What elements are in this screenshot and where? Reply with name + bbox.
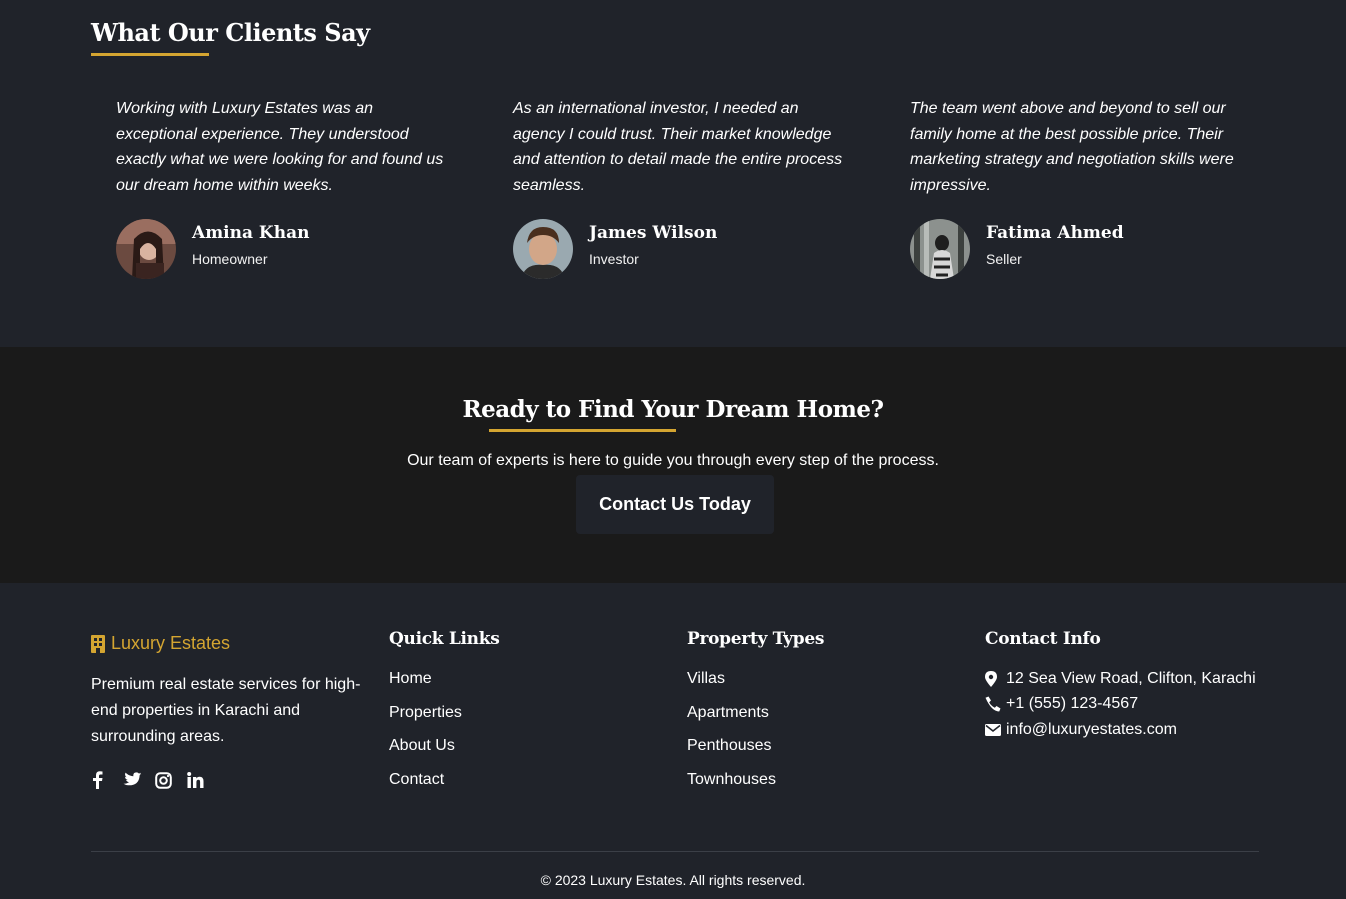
cta-text: Our team of experts is here to guide you… — [407, 452, 939, 469]
testimonial-quote: Working with Luxury Estates was an excep… — [116, 100, 444, 195]
testimonials-title: What Our Clients Say — [91, 18, 370, 47]
footer-link-contact[interactable]: Contact — [389, 771, 444, 788]
footer-link-townhouses[interactable]: Townhouses — [687, 771, 776, 788]
envelope-icon — [985, 723, 1002, 736]
copyright-text: © 2023 Luxury Estates. All rights reserv… — [540, 872, 806, 888]
map-marker-icon — [985, 670, 1002, 687]
quick-links-list: Home Properties About Us Contact — [389, 670, 500, 805]
avatar — [116, 218, 176, 279]
property-types-column: Property Types Villas Apartments Penthou… — [687, 629, 824, 805]
footer-link-penthouses[interactable]: Penthouses — [687, 737, 772, 754]
property-types-list: Villas Apartments Penthouses Townhouses — [687, 670, 824, 805]
footer-link-about-us[interactable]: About Us — [389, 737, 455, 754]
footer-about-text: Premium real estate services for high-en… — [91, 676, 361, 745]
contact-address: 12 Sea View Road, Clifton, Karachi — [985, 666, 1256, 692]
testimonial-card: Working with Luxury Estates was an excep… — [116, 96, 446, 279]
cta-title: Ready to Find Your Dream Home? — [462, 396, 884, 423]
contact-email: info@luxuryestates.com — [985, 717, 1256, 743]
title-underline — [489, 429, 676, 432]
social-links — [91, 770, 366, 790]
avatar — [513, 218, 573, 279]
footer-link-properties[interactable]: Properties — [389, 704, 462, 721]
footer-link-villas[interactable]: Villas — [687, 670, 725, 687]
cta-section: Ready to Find Your Dream Home? Our team … — [0, 347, 1346, 583]
address-text: 12 Sea View Road, Clifton, Karachi — [1006, 669, 1256, 687]
title-underline — [91, 53, 209, 56]
footer: Luxury Estates Premium real estate servi… — [0, 583, 1346, 899]
quick-links-heading: Quick Links — [389, 629, 500, 649]
testimonial-author: Fatima Ahmed Seller — [910, 218, 1240, 279]
footer-link-apartments[interactable]: Apartments — [687, 704, 769, 721]
contact-info-heading: Contact Info — [985, 629, 1101, 649]
testimonial-card: The team went above and beyond to sell o… — [910, 96, 1240, 279]
email-text[interactable]: info@luxuryestates.com — [1006, 721, 1177, 739]
author-name: James Wilson — [589, 222, 718, 243]
testimonial-author: Amina Khan Homeowner — [116, 218, 446, 279]
footer-brand[interactable]: Luxury Estates — [91, 633, 366, 654]
contact-us-button[interactable]: Contact Us Today — [576, 475, 774, 534]
avatar — [910, 218, 970, 279]
contact-info-column: Contact Info 12 Sea View Road, Clifton, … — [985, 629, 1256, 743]
testimonial-quote: The team went above and beyond to sell o… — [910, 100, 1234, 195]
author-name: Fatima Ahmed — [986, 222, 1124, 243]
property-types-heading: Property Types — [687, 629, 825, 649]
testimonial-quote: As an international investor, I needed a… — [513, 100, 843, 195]
building-icon — [91, 634, 105, 653]
testimonial-author: James Wilson Investor — [513, 218, 843, 279]
footer-link-home[interactable]: Home — [389, 670, 432, 687]
testimonials-section: What Our Clients Say Working with Luxury… — [0, 0, 1346, 347]
footer-about-column: Luxury Estates Premium real estate servi… — [91, 629, 366, 790]
linkedin-icon[interactable] — [187, 770, 219, 790]
quick-links-column: Quick Links Home Properties About Us Con… — [389, 629, 500, 805]
contact-phone: +1 (555) 123-4567 — [985, 692, 1256, 718]
author-name: Amina Khan — [192, 222, 310, 243]
twitter-icon[interactable] — [123, 770, 155, 790]
author-role: Seller — [986, 250, 1022, 267]
brand-name: Luxury Estates — [111, 633, 231, 653]
footer-divider — [91, 851, 1259, 852]
author-role: Homeowner — [192, 250, 268, 267]
author-role: Investor — [589, 250, 639, 267]
testimonial-card: As an international investor, I needed a… — [513, 96, 843, 279]
instagram-icon[interactable] — [155, 770, 187, 790]
facebook-icon[interactable] — [91, 770, 123, 790]
phone-text[interactable]: +1 (555) 123-4567 — [1006, 695, 1138, 713]
phone-icon — [985, 696, 1002, 712]
